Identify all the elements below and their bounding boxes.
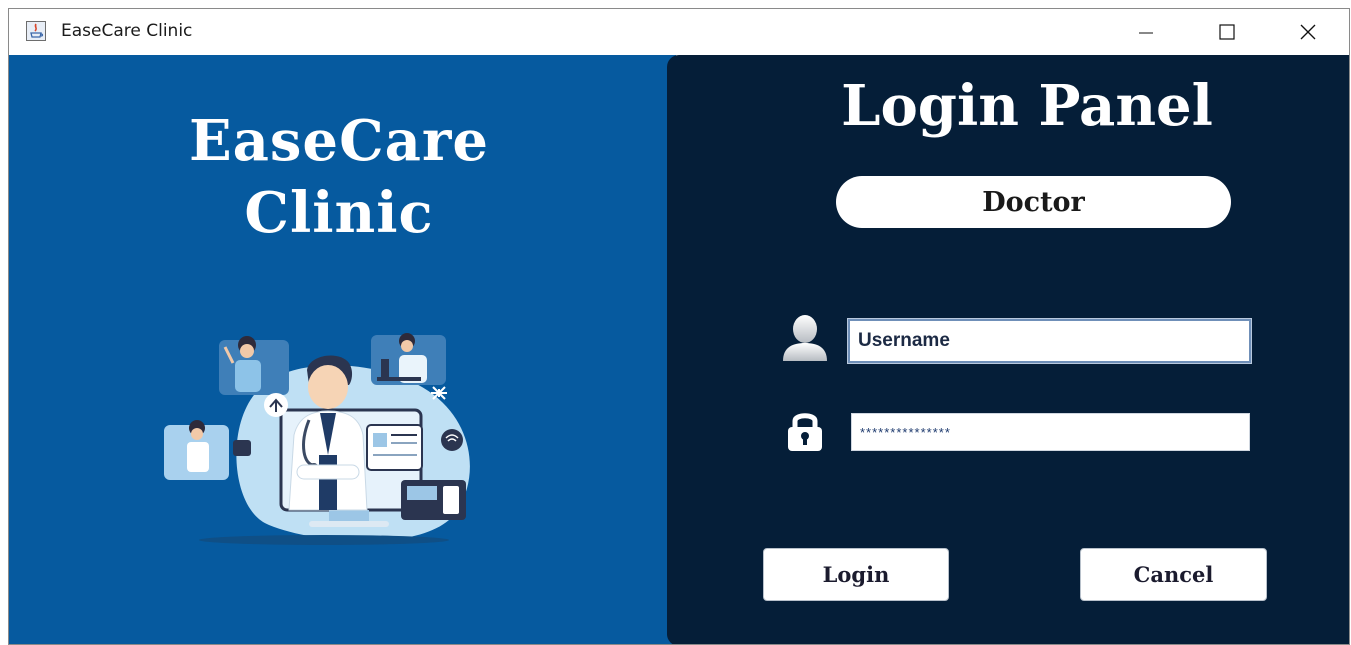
minimize-button[interactable] [1106,9,1186,55]
login-panel: Login Panel Doctor *************** Login… [667,55,1349,644]
telemedicine-illustration [164,333,470,545]
username-input[interactable] [847,318,1252,364]
brand-panel: EaseCare Clinic [9,55,676,644]
cancel-button[interactable]: Cancel [1080,548,1267,601]
close-button[interactable] [1268,9,1348,55]
brand-title-line1: EaseCare [188,108,490,174]
brand-title-line2: Clinic [244,180,434,246]
login-button[interactable]: Login [763,548,949,601]
java-app-icon [26,21,46,41]
close-icon [1300,24,1316,40]
lock-icon [788,413,822,451]
password-field[interactable]: *************** [851,413,1250,451]
app-window: EaseCare Clinic EaseCare Clinic Login Pa… [8,8,1350,645]
brand-title: EaseCare Clinic [69,105,609,249]
role-badge: Doctor [836,176,1231,228]
window-title: EaseCare Clinic [61,21,193,41]
panel-title: Login Panel [841,73,1213,139]
maximize-icon [1219,24,1235,40]
user-icon [783,315,827,361]
title-bar[interactable]: EaseCare Clinic [9,9,1349,55]
maximize-button[interactable] [1187,9,1267,55]
minimize-icon [1139,32,1153,34]
